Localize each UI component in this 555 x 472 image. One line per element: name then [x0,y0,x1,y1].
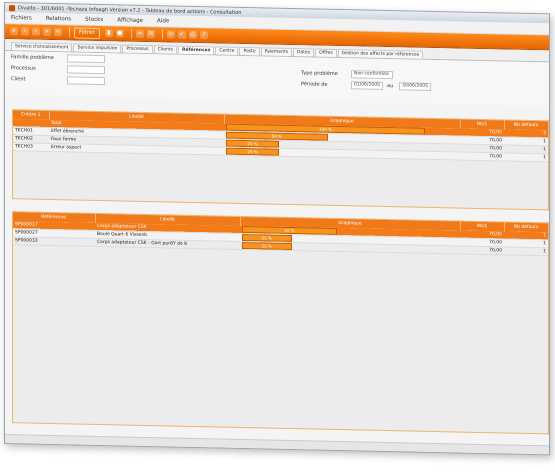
email-icon[interactable]: ✉ [146,29,155,39]
binoculars-icon[interactable]: ∞ [54,28,62,37]
globe-icon[interactable]: ● [115,29,124,38]
status-bar [5,434,549,455]
client-label: Client [11,76,26,83]
tab-service-encaissement[interactable]: Service d'encaissement [11,42,73,52]
periode-label: Période de [301,81,328,88]
tab-references[interactable]: Références [178,45,215,55]
tab-paiements[interactable]: Paiements [260,47,293,57]
menu-stocks[interactable]: Stocks [85,16,103,22]
au-label: au [387,83,394,90]
toolbar-separator [69,27,70,38]
tab-poste[interactable]: Poste [239,46,260,56]
link-icon[interactable]: ∞ [135,29,144,38]
date-from-field[interactable]: 01/06/2005 [351,81,383,90]
print-icon[interactable]: ⎙ [188,30,197,40]
famille-label: Famille problème [11,54,54,62]
progress-bar: 25 % [226,147,280,156]
row-label: Corps adaptateur CSK - Gart pur8Y de 8 [95,238,240,250]
progress-bar: 25 % [242,241,292,251]
date-to-field[interactable]: 30/06/2005 [399,82,431,91]
toolbar-separator [130,28,132,39]
criteria-table: Critère 1 Libellé Graphique Nb/1 Nb défa… [13,110,549,162]
type-probleme-field[interactable]: Non conformité [351,70,393,80]
row-code: TECH03 [13,142,49,152]
row-nb1: 70,00 [460,246,504,255]
tab-centre[interactable]: Centre [215,46,239,55]
famille-field[interactable] [67,54,105,64]
menu-affichage[interactable]: Affichage [117,17,143,24]
toolbar-separator [161,29,163,40]
tab-dates[interactable]: Dates [293,48,315,57]
tab-clients[interactable]: Clients [153,45,177,54]
references-panel: Références Libellé Graphique Nb/1 Nb déf… [12,211,549,435]
refresh-icon[interactable]: ↻ [166,30,175,39]
menu-fichiers[interactable]: Fichiers [11,15,32,21]
tab-processus[interactable]: Processus [122,44,153,54]
filter-button[interactable]: Filtrer [74,26,100,39]
processus-label: Processus [11,65,36,72]
references-table: Références Libellé Graphique Nb/1 Nb déf… [13,212,549,256]
client-field[interactable] [67,76,105,86]
row-code: SP000033 [13,236,95,247]
row-nb-defauts: 1 [504,246,548,256]
chart-icon[interactable]: ▮ [104,29,113,38]
row-nb-defauts: 1 [504,152,548,162]
help-icon[interactable]: ? [199,31,208,40]
tab-service-impulsion[interactable]: Service impulsion [73,43,122,53]
check-icon[interactable]: ✓ [177,30,186,39]
last-icon[interactable]: » [43,27,51,36]
first-icon[interactable]: « [10,27,18,36]
next-icon[interactable]: › [32,27,40,36]
criteria-panel: Critère 1 Libellé Graphique Nb/1 Nb défa… [12,109,549,211]
app-icon [9,4,15,11]
processus-field[interactable] [67,65,105,75]
tab-offres[interactable]: Offres [315,48,337,57]
menu-aide[interactable]: Aide [157,18,169,24]
type-probleme-label: Type problème [301,70,338,77]
row-nb1: 70,00 [460,152,504,161]
menu-relations[interactable]: Relations [46,15,71,22]
application-window: Divalto - 301/6001 -Tecnaza Infoagh Vers… [4,2,550,456]
prev-icon[interactable]: ‹ [21,27,29,36]
